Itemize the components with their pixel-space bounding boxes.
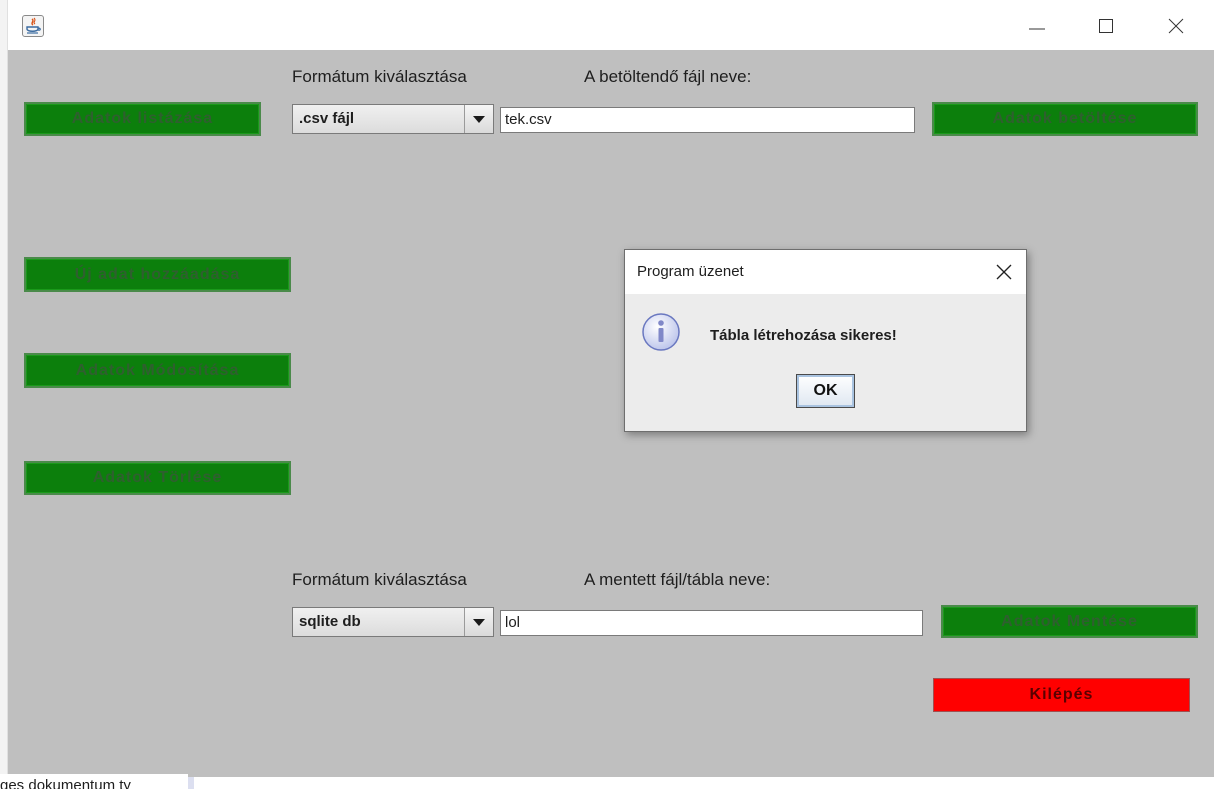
main-panel: Formátum kiválasztása A betöltendő fájl … xyxy=(8,50,1214,777)
add-new-data-button[interactable]: Új adat hozzáadása xyxy=(24,257,291,292)
save-format-select[interactable]: sqlite db xyxy=(292,607,494,637)
list-data-button[interactable]: Adatok listázása xyxy=(24,102,261,136)
save-file-input[interactable]: lol xyxy=(500,610,923,636)
info-icon xyxy=(641,312,681,352)
close-button[interactable] xyxy=(1164,14,1188,38)
load-data-button[interactable]: Adatok betöltése xyxy=(932,102,1198,136)
dialog-titlebar: Program üzenet xyxy=(625,250,1026,294)
load-file-input[interactable]: tek.csv xyxy=(500,107,915,133)
chevron-down-icon[interactable] xyxy=(464,105,493,133)
save-format-label: Formátum kiválasztása xyxy=(292,570,467,589)
dialog-title: Program üzenet xyxy=(637,263,744,280)
exit-button[interactable]: Kilépés xyxy=(933,678,1190,712)
taskbar-divider xyxy=(188,777,194,789)
message-dialog: Program üzenet Tábla létrehozása sikeres… xyxy=(624,249,1027,432)
load-format-label: Formátum kiválasztása xyxy=(292,67,467,86)
load-format-value: .csv fájl xyxy=(299,110,355,127)
minimize-button[interactable] xyxy=(1025,14,1049,38)
modify-data-button[interactable]: Adatok Módosítása xyxy=(24,353,291,388)
maximize-button[interactable] xyxy=(1094,14,1118,38)
taskbar-text: ges dokumentum ty xyxy=(0,774,188,789)
chevron-down-icon[interactable] xyxy=(464,608,493,636)
delete-data-button[interactable]: Adatok Törlése xyxy=(24,461,291,495)
ok-button[interactable]: OK xyxy=(796,374,855,408)
java-app-icon xyxy=(22,15,44,37)
window-titlebar xyxy=(8,0,1214,50)
save-file-label: A mentett fájl/tábla neve: xyxy=(584,570,771,589)
dialog-message: Tábla létrehozása sikeres! xyxy=(710,327,897,344)
save-format-value: sqlite db xyxy=(299,613,361,630)
left-window-edge xyxy=(0,0,8,777)
save-data-button[interactable]: Adatok Mentése xyxy=(941,605,1198,638)
dialog-close-icon[interactable] xyxy=(994,262,1014,282)
load-file-label: A betöltendő fájl neve: xyxy=(584,67,752,86)
load-format-select[interactable]: .csv fájl xyxy=(292,104,494,134)
